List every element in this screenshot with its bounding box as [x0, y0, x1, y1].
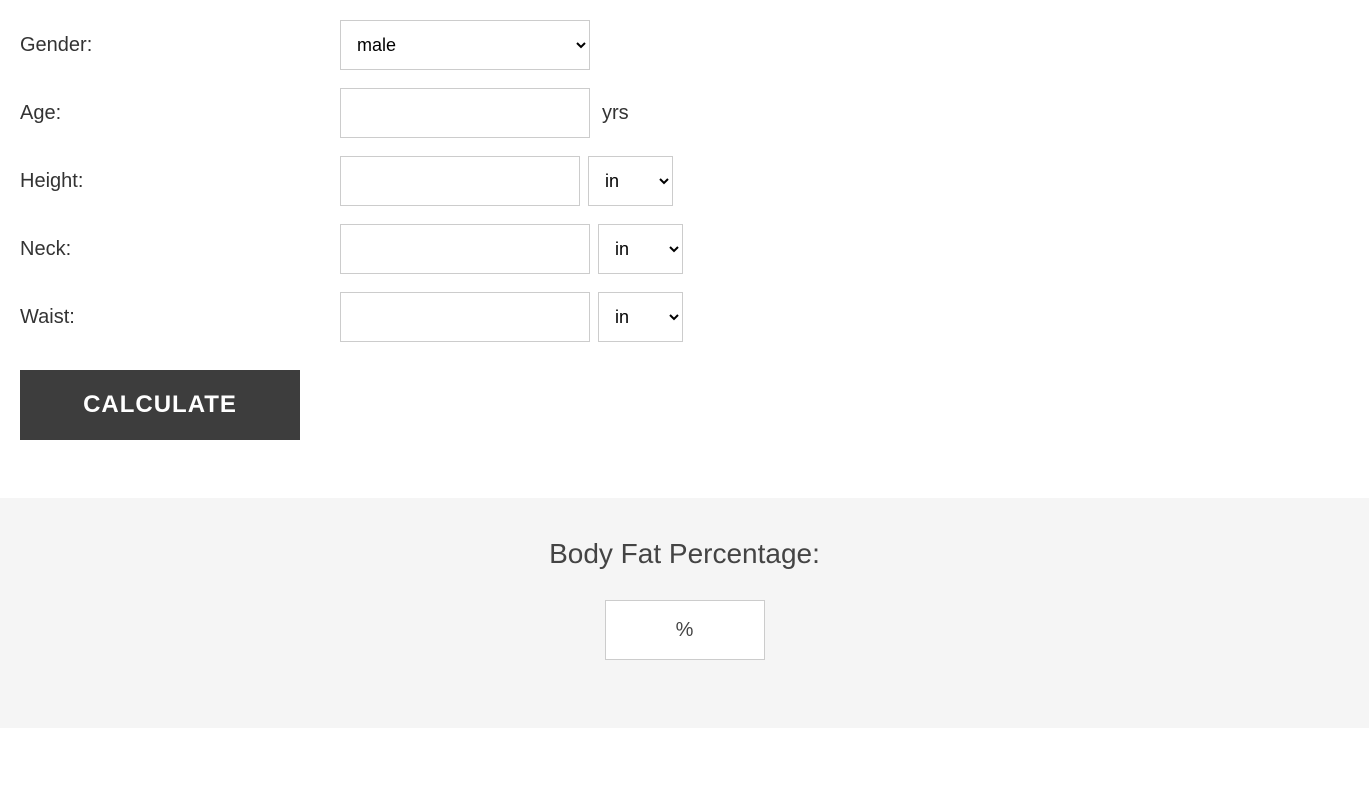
age-label: Age: — [20, 102, 340, 125]
neck-label: Neck: — [20, 238, 340, 261]
height-label: Height: — [20, 170, 340, 193]
waist-label: Waist: — [20, 306, 340, 329]
age-row: Age: yrs — [20, 88, 1349, 138]
gender-row: Gender: male female — [20, 20, 1349, 70]
waist-unit-select[interactable]: in cm — [598, 292, 683, 342]
waist-input[interactable] — [340, 292, 590, 342]
neck-input[interactable] — [340, 224, 590, 274]
result-box: % — [605, 600, 765, 660]
neck-unit-select[interactable]: in cm — [598, 224, 683, 274]
neck-row: Neck: in cm — [20, 224, 1349, 274]
result-section: Body Fat Percentage: % — [0, 498, 1369, 728]
height-input[interactable] — [340, 156, 580, 206]
calculate-button[interactable]: CALCULATE — [20, 370, 300, 440]
age-input[interactable] — [340, 88, 590, 138]
result-percent: % — [676, 619, 694, 642]
result-title: Body Fat Percentage: — [549, 538, 820, 570]
calculate-row: CALCULATE — [20, 360, 1349, 440]
waist-row: Waist: in cm — [20, 292, 1349, 342]
height-unit-select[interactable]: in cm — [588, 156, 673, 206]
age-suffix: yrs — [602, 102, 629, 125]
height-row: Height: in cm — [20, 156, 1349, 206]
gender-select[interactable]: male female — [340, 20, 590, 70]
gender-label: Gender: — [20, 34, 340, 57]
calculator-form: Gender: male female Age: yrs Height: in … — [0, 0, 1369, 478]
